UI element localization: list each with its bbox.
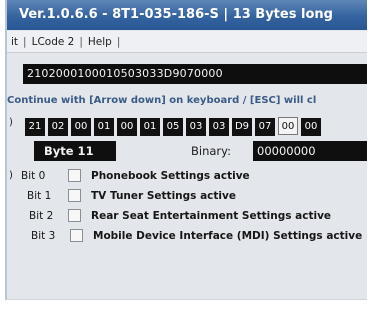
window-title: Ver.1.0.6.6 - 8T1-035-186-S | 13 Bytes l… bbox=[19, 7, 333, 22]
bit-description: TV Tuner Settings active bbox=[91, 190, 236, 202]
bit-label: Bit 1 bbox=[27, 190, 52, 202]
bit-label: Bit 3 bbox=[31, 230, 56, 242]
bit-list: ) Bit 0 Phonebook Settings active Bit 1 … bbox=[7, 166, 367, 246]
byte-cell[interactable]: 00 bbox=[301, 118, 321, 136]
row-marker: ) bbox=[9, 117, 13, 128]
bit-description: Mobile Device Interface (MDI) Settings a… bbox=[93, 230, 363, 242]
window-title-bar: Ver.1.0.6.6 - 8T1-035-186-S | 13 Bytes l… bbox=[7, 0, 367, 30]
byte-cell[interactable]: 02 bbox=[48, 118, 68, 136]
bit-1-checkbox[interactable] bbox=[68, 189, 81, 202]
menu-bar: it | LCode 2 | Help | bbox=[7, 31, 367, 53]
binary-value-field[interactable]: 00000000 bbox=[253, 141, 367, 161]
byte-cell[interactable]: 03 bbox=[186, 118, 206, 136]
bit-description: Rear Seat Entertainment Settings active bbox=[91, 210, 332, 222]
menu-item-help[interactable]: Help bbox=[84, 31, 116, 53]
bit-label: Bit 2 bbox=[29, 210, 54, 222]
menu-item-lcode2[interactable]: LCode 2 bbox=[28, 31, 79, 53]
byte-cell[interactable]: 01 bbox=[94, 118, 114, 136]
bit-description: Phonebook Settings active bbox=[91, 170, 250, 182]
keyboard-hint: Continue with [Arrow down] on keyboard /… bbox=[7, 95, 317, 106]
bit-3-checkbox[interactable] bbox=[70, 229, 83, 242]
app-window: Ver.1.0.6.6 - 8T1-035-186-S | 13 Bytes l… bbox=[5, 0, 367, 300]
byte-cell[interactable]: 00 bbox=[71, 118, 91, 136]
byte-cell[interactable]: 01 bbox=[140, 118, 160, 136]
byte-cell[interactable]: 07 bbox=[255, 118, 275, 136]
binary-label: Binary: bbox=[191, 144, 231, 158]
bit-2-checkbox[interactable] bbox=[68, 209, 81, 222]
photo-frame: Ver.1.0.6.6 - 8T1-035-186-S | 13 Bytes l… bbox=[0, 0, 371, 312]
row-marker: ) bbox=[9, 170, 13, 181]
bit-row-0: ) Bit 0 Phonebook Settings active bbox=[7, 166, 367, 186]
byte-cell-selected[interactable]: 00 bbox=[278, 117, 298, 135]
bit-label: Bit 0 bbox=[21, 170, 46, 182]
byte-cells: 21 02 00 01 00 01 05 03 03 D9 07 00 00 bbox=[25, 114, 324, 136]
coding-string-field[interactable]: 2102000100010503033D9070000 bbox=[23, 64, 367, 84]
bit-0-checkbox[interactable] bbox=[68, 169, 81, 182]
byte-selector[interactable]: Byte 11 bbox=[34, 141, 116, 161]
byte-row: ) 21 02 00 01 00 01 05 03 03 D9 07 00 00 bbox=[7, 114, 367, 136]
menu-separator: | bbox=[116, 36, 121, 48]
bit-row-2: Bit 2 Rear Seat Entertainment Settings a… bbox=[7, 206, 367, 226]
byte-cell[interactable]: 00 bbox=[117, 118, 137, 136]
byte-cell[interactable]: 05 bbox=[163, 118, 183, 136]
bit-row-1: Bit 1 TV Tuner Settings active bbox=[7, 186, 367, 206]
bit-row-3: Bit 3 Mobile Device Interface (MDI) Sett… bbox=[7, 226, 367, 246]
byte-cell[interactable]: 03 bbox=[209, 118, 229, 136]
byte-cell[interactable]: D9 bbox=[232, 118, 252, 136]
menu-item-it[interactable]: it bbox=[7, 31, 22, 53]
byte-cell[interactable]: 21 bbox=[25, 118, 45, 136]
